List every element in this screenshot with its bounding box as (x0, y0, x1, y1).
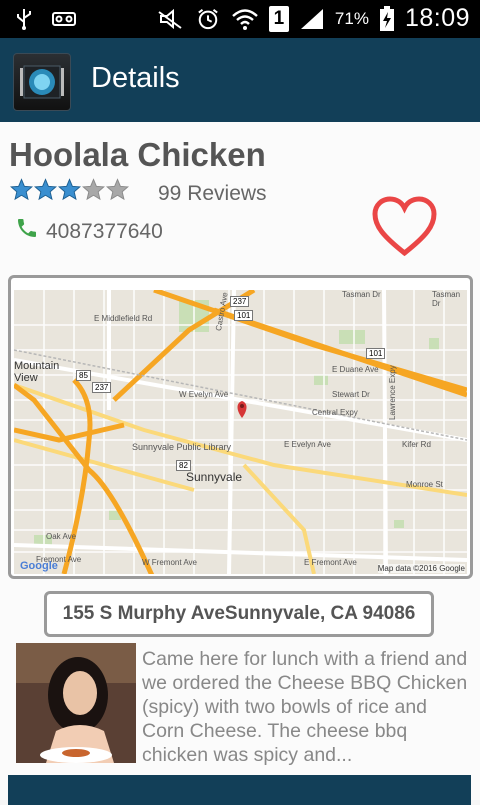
map-label-w-fremont: W Fremont Ave (142, 558, 197, 567)
alarm-icon (198, 8, 218, 29)
map-view[interactable]: Mountain View Sunnyvale Sunnyvale Public… (14, 290, 467, 574)
review-snippet[interactable]: Came here for lunch with a friend and we… (142, 647, 472, 767)
hwy-shield-237b: 237 (92, 382, 112, 393)
status-bar: 1 71% 18:09 (0, 0, 480, 38)
map-label-middlefield: E Middlefield Rd (94, 314, 153, 323)
star-empty-icon (106, 178, 129, 201)
map-frame[interactable]: Mountain View Sunnyvale Sunnyvale Public… (8, 275, 473, 579)
map-attribution: Map data ©2016 Google (377, 564, 465, 573)
app-logo-icon[interactable] (13, 53, 71, 111)
map-label-kifer: Kifer Rd (402, 440, 431, 449)
map-label-e-fremont: E Fremont Ave (304, 558, 357, 567)
battery-percent: 71% (334, 8, 369, 28)
map-label-oak-ave: Oak Ave (46, 532, 77, 541)
phone-icon[interactable] (15, 216, 39, 240)
hwy-shield-237: 237 (230, 296, 250, 307)
hwy-shield-101: 101 (234, 310, 254, 321)
review-photo[interactable] (16, 643, 136, 763)
hwy-shield-101b: 101 (366, 348, 386, 359)
map-label-library: Sunnyvale Public Library (132, 442, 232, 452)
battery-charging-icon (379, 5, 394, 31)
mute-icon (158, 8, 182, 29)
app-bar: Details (0, 38, 480, 122)
map-label-tasman-right: Tasman Dr (432, 290, 461, 308)
map-label-monroe: Monroe St (406, 480, 443, 489)
rating-stars (10, 178, 129, 201)
address-text: 155 S Murphy AveSunnyvale, CA 94086 (62, 603, 416, 624)
map-label-sunnyvale: Sunnyvale (186, 470, 243, 484)
page-title: Details (91, 62, 180, 94)
restaurant-name: Hoolala Chicken (9, 136, 266, 173)
map-label-w-evelyn: W Evelyn Ave (179, 390, 229, 399)
voicemail-icon (52, 12, 76, 26)
hwy-shield-82: 82 (176, 460, 191, 471)
star-filled-icon (58, 178, 81, 201)
address-box[interactable]: 155 S Murphy AveSunnyvale, CA 94086 (44, 591, 434, 637)
map-label-tasman: Tasman Dr (342, 290, 381, 299)
hwy-shield-85: 85 (76, 370, 91, 381)
clock: 18:09 (404, 4, 470, 32)
usb-icon (17, 9, 31, 30)
map-label-stewart: Stewart Dr (332, 390, 370, 399)
map-label-e-duane: E Duane Ave (332, 365, 379, 374)
map-label-e-evelyn: E Evelyn Ave (284, 440, 331, 449)
star-filled-icon (34, 178, 57, 201)
map-label-central-expy: Central Expy (312, 408, 358, 417)
bottom-action-bar[interactable] (8, 775, 471, 805)
phone-number[interactable]: 4087377640 (46, 220, 163, 244)
reviews-count[interactable]: 99 Reviews (158, 182, 267, 206)
heart-icon[interactable] (371, 196, 438, 258)
details-content: Hoolala Chicken 99 Reviews 4087377640 Mo… (0, 122, 480, 805)
sim-slot-icon: 1 (268, 5, 289, 32)
map-label-lawrence: Lawrence Expy (388, 365, 397, 420)
wifi-icon (232, 8, 258, 30)
star-empty-icon (82, 178, 105, 201)
map-label-mountain-view: Mountain View (14, 360, 60, 384)
star-filled-icon (10, 178, 33, 201)
google-logo: Google (20, 560, 58, 572)
signal-icon (300, 8, 323, 29)
